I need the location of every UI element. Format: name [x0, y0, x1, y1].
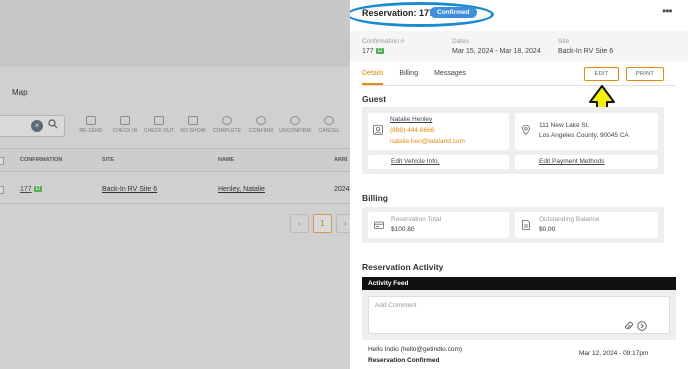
outstanding-balance-value: $0.00 — [539, 226, 556, 233]
background-app: Map × RE-SEND CHECK IN CHECK OUT NO SHOW… — [0, 0, 350, 369]
map-link[interactable]: Map — [12, 88, 28, 97]
confirm-icon — [256, 116, 266, 125]
outstanding-balance-card: Outstanding Balance $0.00 — [515, 212, 658, 238]
receipt-icon — [374, 221, 384, 229]
no-show-action[interactable]: NO SHOW — [176, 116, 210, 134]
column-header-name[interactable]: NAME — [218, 157, 234, 163]
prev-page-button[interactable]: ‹ — [290, 214, 309, 233]
column-header-arrival[interactable]: ARRI — [334, 157, 347, 163]
check-in-action[interactable]: CHECK IN — [108, 116, 142, 134]
clear-icon[interactable]: × — [31, 120, 43, 132]
panel-title: Reservation: 177 — [362, 8, 435, 18]
comment-input[interactable]: Add Comment — [368, 296, 670, 334]
location-pin-icon — [522, 125, 530, 135]
column-header-confirmation[interactable]: CONFIRMATION — [20, 157, 62, 163]
check-in-icon — [120, 116, 130, 125]
status-badge: Confirmed — [430, 7, 477, 18]
edit-payment-card: Edit Payment Methods — [515, 155, 658, 169]
edit-vehicle-link[interactable]: Edit Vehicle Info. — [391, 158, 439, 165]
activity-entry-text: Reservation Confirmed — [368, 357, 440, 364]
column-header-site[interactable]: SITE — [102, 157, 114, 163]
check-out-icon — [154, 116, 164, 125]
activity-entry-author: Hello Indio (hello@getindio.com) — [368, 346, 463, 353]
activity-heading: Reservation Activity — [362, 262, 444, 272]
row-confirmation[interactable]: 177 D — [20, 186, 43, 193]
guest-name-link[interactable]: Natalie Henley — [390, 116, 432, 123]
site-meta: Site Back-In RV Site 6 — [558, 38, 613, 55]
edit-payment-link[interactable]: Edit Payment Methods — [539, 158, 604, 165]
reservation-total-label: Reservation Total — [391, 216, 442, 223]
search-box[interactable]: × — [0, 115, 65, 137]
guest-heading: Guest — [362, 94, 387, 104]
table-row[interactable]: 177 D Back-In RV Site 6 Henley, Natalie 2… — [0, 176, 350, 204]
dates-value: Mar 15, 2024 - Mar 18, 2024 — [452, 48, 541, 55]
background-topbar — [0, 0, 350, 33]
edit-button[interactable]: EDIT — [584, 67, 619, 81]
resend-action[interactable]: RE-SEND — [74, 116, 108, 134]
page-button-current[interactable]: 1 — [313, 214, 332, 233]
contact-card-icon — [373, 125, 383, 135]
confirm-action[interactable]: CONFIRM — [244, 116, 278, 134]
guest-address-card: 111 New Lake St. Los Angeles County, 900… — [515, 113, 658, 150]
reservation-panel: Reservation: 177 Confirmed ••• Confirmat… — [350, 0, 688, 369]
activity-entry-date: Mar 12, 2024 - 09:17pm — [579, 350, 649, 357]
guest-phone[interactable]: (888) 444-6666 — [390, 127, 434, 134]
row-site[interactable]: Back-In RV Site 6 — [102, 186, 157, 193]
mail-icon — [86, 116, 96, 125]
row-arrival: 2024 — [334, 186, 350, 193]
unconfirm-icon — [290, 116, 300, 125]
guest-contact-card: Natalie Henley (888) 444-6666 natalie.he… — [368, 113, 509, 150]
dates-meta: Dates Mar 15, 2024 - Mar 18, 2024 — [452, 38, 541, 55]
tabs-divider — [362, 85, 676, 86]
table-header: CONFIRMATION SITE NAME ARRI — [0, 148, 350, 172]
attachment-icon[interactable] — [624, 321, 633, 331]
site-value: Back-In RV Site 6 — [558, 48, 614, 55]
tab-details[interactable]: Details — [362, 70, 384, 85]
search-icon[interactable] — [48, 119, 58, 132]
address-line-2: Los Angeles County, 90045 CA — [539, 132, 629, 139]
check-out-action[interactable]: CHECK OUT — [142, 116, 176, 134]
comment-placeholder: Add Comment — [375, 302, 417, 309]
row-checkbox[interactable] — [0, 186, 4, 194]
send-icon[interactable] — [637, 321, 647, 331]
document-dollar-icon — [522, 220, 530, 230]
more-options-icon[interactable]: ••• — [662, 4, 673, 18]
dates-label: Dates — [452, 38, 469, 45]
confirmation-meta: Confirmation # 177 D — [362, 38, 404, 55]
no-show-icon — [188, 116, 198, 125]
unconfirm-action[interactable]: UNCONFIRM — [278, 116, 312, 134]
row-name[interactable]: Henley, Natalie — [218, 186, 265, 193]
bulk-actions-toolbar: RE-SEND CHECK IN CHECK OUT NO SHOW COMPL… — [74, 116, 346, 134]
background-band — [0, 33, 350, 67]
confirmation-value: 177 D — [362, 48, 385, 55]
outstanding-balance-label: Outstanding Balance — [539, 216, 600, 223]
edit-vehicle-card: Edit Vehicle Info. — [368, 155, 509, 169]
guest-email[interactable]: natalie.hen@lalaland.com — [390, 138, 465, 145]
reservation-total-value: $100.80 — [391, 226, 415, 233]
panel-tabs: Details Billing Messages — [362, 70, 466, 85]
complete-action[interactable]: COMPLETE — [210, 116, 244, 134]
site-label: Site — [558, 38, 570, 45]
tab-billing[interactable]: Billing — [399, 70, 418, 85]
next-page-button[interactable]: › — [336, 214, 350, 233]
complete-icon — [222, 116, 232, 125]
activity-feed-header: Activity Feed — [362, 277, 676, 290]
address-line-1: 111 New Lake St. — [539, 122, 590, 129]
print-button[interactable]: PRINT — [626, 67, 664, 81]
confirmation-label: Confirmation # — [362, 38, 405, 45]
billing-heading: Billing — [362, 193, 388, 203]
cancel-icon — [324, 116, 334, 125]
tab-messages[interactable]: Messages — [434, 70, 466, 85]
pagination: ‹ 1 › — [290, 214, 350, 233]
reservation-total-card: Reservation Total $100.80 — [368, 212, 509, 238]
select-all-checkbox[interactable] — [0, 157, 4, 165]
cancel-action[interactable]: CANCEL — [312, 116, 346, 134]
